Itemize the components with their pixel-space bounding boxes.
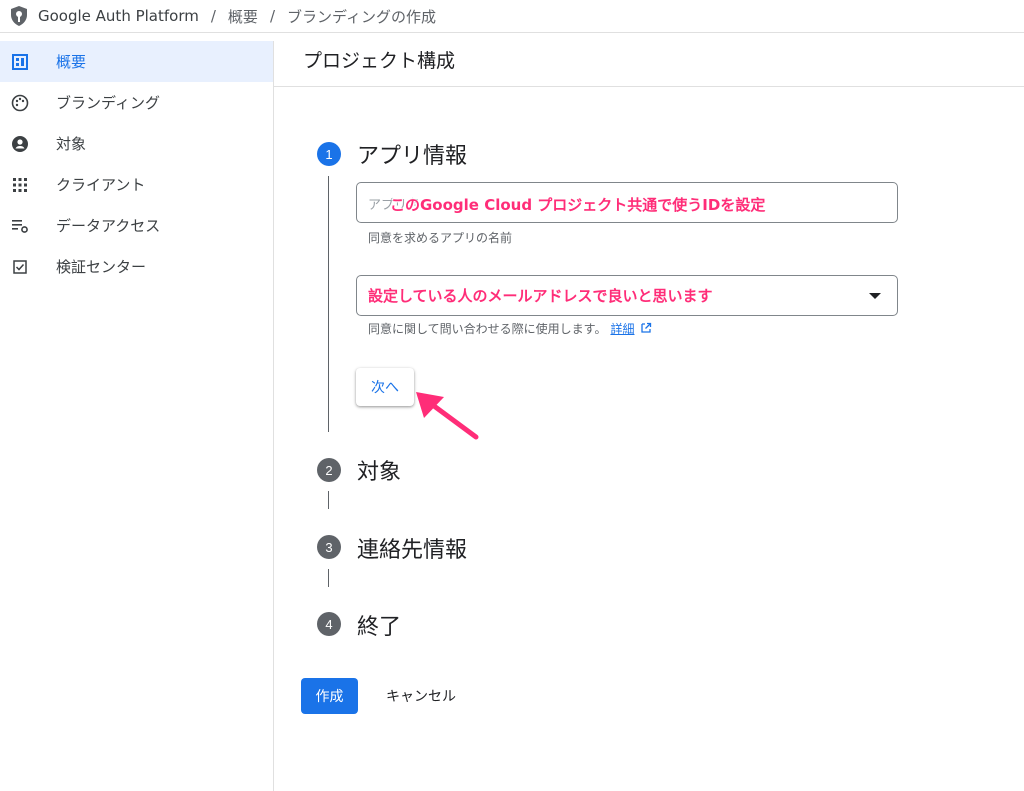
sidebar-item-verification-center[interactable]: 検証センター — [0, 246, 273, 287]
step-title-app-info[interactable]: アプリ情報 — [357, 138, 467, 170]
step-title-finish[interactable]: 終了 — [357, 609, 401, 641]
breadcrumb-separator: / — [269, 7, 275, 25]
step-number: 1 — [317, 142, 341, 166]
step-number: 4 — [317, 612, 341, 636]
step-connector — [328, 569, 329, 587]
page-title: プロジェクト構成 — [274, 33, 1024, 87]
palette-icon — [10, 93, 30, 113]
sidebar-item-label: データアクセス — [56, 217, 161, 235]
app-name-hint: 同意を求めるアプリの名前 — [368, 231, 513, 245]
breadcrumb-item-current: ブランディングの作成 — [287, 7, 436, 26]
step-connector — [328, 491, 329, 509]
sidebar-item-label: 概要 — [56, 53, 87, 71]
check-box-icon — [10, 257, 30, 277]
details-link[interactable]: 詳細 — [610, 322, 634, 336]
sidebar-item-overview[interactable]: 概要 — [0, 41, 273, 82]
sidebar-item-branding[interactable]: ブランディング — [0, 82, 273, 123]
sidebar-item-label: 対象 — [56, 135, 87, 153]
sidebar-item-audience[interactable]: 対象 — [0, 123, 273, 164]
breadcrumb: Google Auth Platform / 概要 / ブランディングの作成 — [38, 6, 436, 27]
breadcrumb-item-overview[interactable]: 概要 — [228, 6, 258, 27]
sidebar-item-clients[interactable]: クライアント — [0, 164, 273, 205]
support-email-hint: 同意に関して問い合わせる際に使用します。 詳細 — [368, 320, 652, 337]
create-button[interactable]: 作成 — [301, 678, 358, 714]
annotation-support-email: 設定している人のメールアドレスで良いと思います — [368, 287, 713, 305]
step-number: 2 — [317, 458, 341, 482]
sidebar: 概要 ブランディング 対象 クライアント データアクセス 検証センター — [0, 41, 274, 791]
auth-shield-icon — [8, 5, 30, 27]
annotation-app-name: このGoogle Cloud プロジェクト共通で使うIDを設定 — [390, 196, 766, 214]
list-settings-icon — [10, 216, 30, 236]
step-number: 3 — [317, 535, 341, 559]
grid-icon — [10, 175, 30, 195]
sidebar-item-data-access[interactable]: データアクセス — [0, 205, 273, 246]
top-bar: Google Auth Platform / 概要 / ブランディングの作成 — [0, 0, 1024, 33]
account-circle-icon — [10, 134, 30, 154]
sidebar-item-label: クライアント — [56, 176, 146, 194]
dropdown-arrow-icon — [869, 293, 881, 299]
step-title-contact-info[interactable]: 連絡先情報 — [357, 532, 467, 564]
cancel-button[interactable]: キャンセル — [376, 678, 466, 714]
breadcrumb-item-root[interactable]: Google Auth Platform — [38, 7, 199, 25]
support-email-hint-text: 同意に関して問い合わせる際に使用します。 — [368, 322, 607, 336]
sidebar-item-label: 検証センター — [56, 258, 147, 276]
breadcrumb-separator: / — [210, 7, 216, 25]
step-connector — [328, 176, 329, 432]
next-button[interactable]: 次へ — [356, 368, 414, 406]
step-title-audience[interactable]: 対象 — [357, 454, 401, 486]
open-in-new-icon — [640, 322, 652, 337]
annotation-arrow-icon — [416, 392, 479, 440]
dashboard-icon — [10, 52, 30, 72]
sidebar-item-label: ブランディング — [56, 94, 160, 112]
